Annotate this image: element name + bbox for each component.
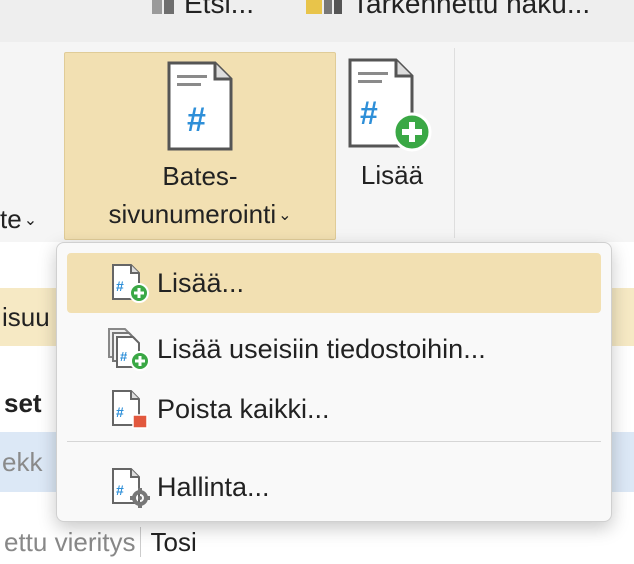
top-toolbar: Etsi... Tarkennettu haku... (0, 0, 634, 43)
bates-add-icon: # (112, 264, 149, 303)
svg-text:#: # (116, 404, 124, 420)
add-bates-label: Lisää (360, 160, 424, 190)
menu-item-label: Lisää useisiin tiedostoihin... (157, 333, 486, 364)
svg-text:#: # (116, 482, 124, 498)
previous-dropdown-label: te (0, 204, 22, 234)
search-icon (152, 0, 174, 14)
property-key: ettu vieritys (4, 527, 136, 557)
app-window: Etsi... Tarkennettu haku... te ⌄ # Bates- (0, 0, 634, 564)
panel-property-row[interactable]: ettu vieritys Tosi (0, 520, 634, 564)
advanced-search-icon (306, 0, 342, 14)
svg-text:#: # (187, 101, 206, 139)
search-button[interactable]: Etsi... (150, 0, 254, 20)
bates-add-multiple-icon: # (108, 328, 150, 371)
search-label: Etsi... (184, 0, 255, 19)
svg-text:#: # (360, 95, 378, 131)
chevron-down-icon: ⌄ (23, 212, 38, 229)
previous-dropdown-button[interactable]: te ⌄ (0, 204, 37, 235)
add-bates-button[interactable]: # Lisää (342, 52, 442, 202)
menu-item-remove-all[interactable]: # Poista kaikki... (67, 379, 601, 439)
bates-label-line2: sivunumerointi ⌄ (108, 199, 292, 229)
menu-item-add-multiple[interactable]: # Lisää useisiin tiedostoihin... (67, 319, 601, 379)
advanced-search-button[interactable]: Tarkennettu haku... (306, 0, 590, 20)
ribbon: te ⌄ # Bates- sivunumerointi ⌄ # Lisää (0, 42, 634, 242)
advanced-search-label: Tarkennettu haku... (352, 0, 591, 19)
bates-manage-icon: # (112, 468, 150, 508)
bates-remove-icon: # (112, 390, 148, 429)
bates-dropdown-menu: # Lisää... # Lisää useisiin tiedostoihin… (56, 242, 612, 522)
svg-text:#: # (120, 349, 128, 364)
menu-item-label: Poista kaikki... (157, 393, 330, 424)
bates-label-line1: Bates- (162, 161, 238, 191)
svg-text:#: # (116, 278, 124, 294)
menu-divider (67, 441, 601, 442)
menu-item-label: Hallinta... (157, 471, 270, 502)
chevron-down-icon: ⌄ (278, 207, 292, 224)
ribbon-divider (454, 48, 455, 238)
bates-document-icon: # (167, 61, 233, 151)
bates-numbering-button[interactable]: # Bates- sivunumerointi ⌄ (64, 52, 336, 240)
menu-item-manage[interactable]: # Hallinta... (67, 457, 601, 517)
bates-add-icon: # (348, 58, 432, 152)
menu-item-label: Lisää... (157, 267, 245, 298)
menu-item-add[interactable]: # Lisää... (67, 253, 601, 313)
property-value: Tosi (139, 527, 197, 557)
